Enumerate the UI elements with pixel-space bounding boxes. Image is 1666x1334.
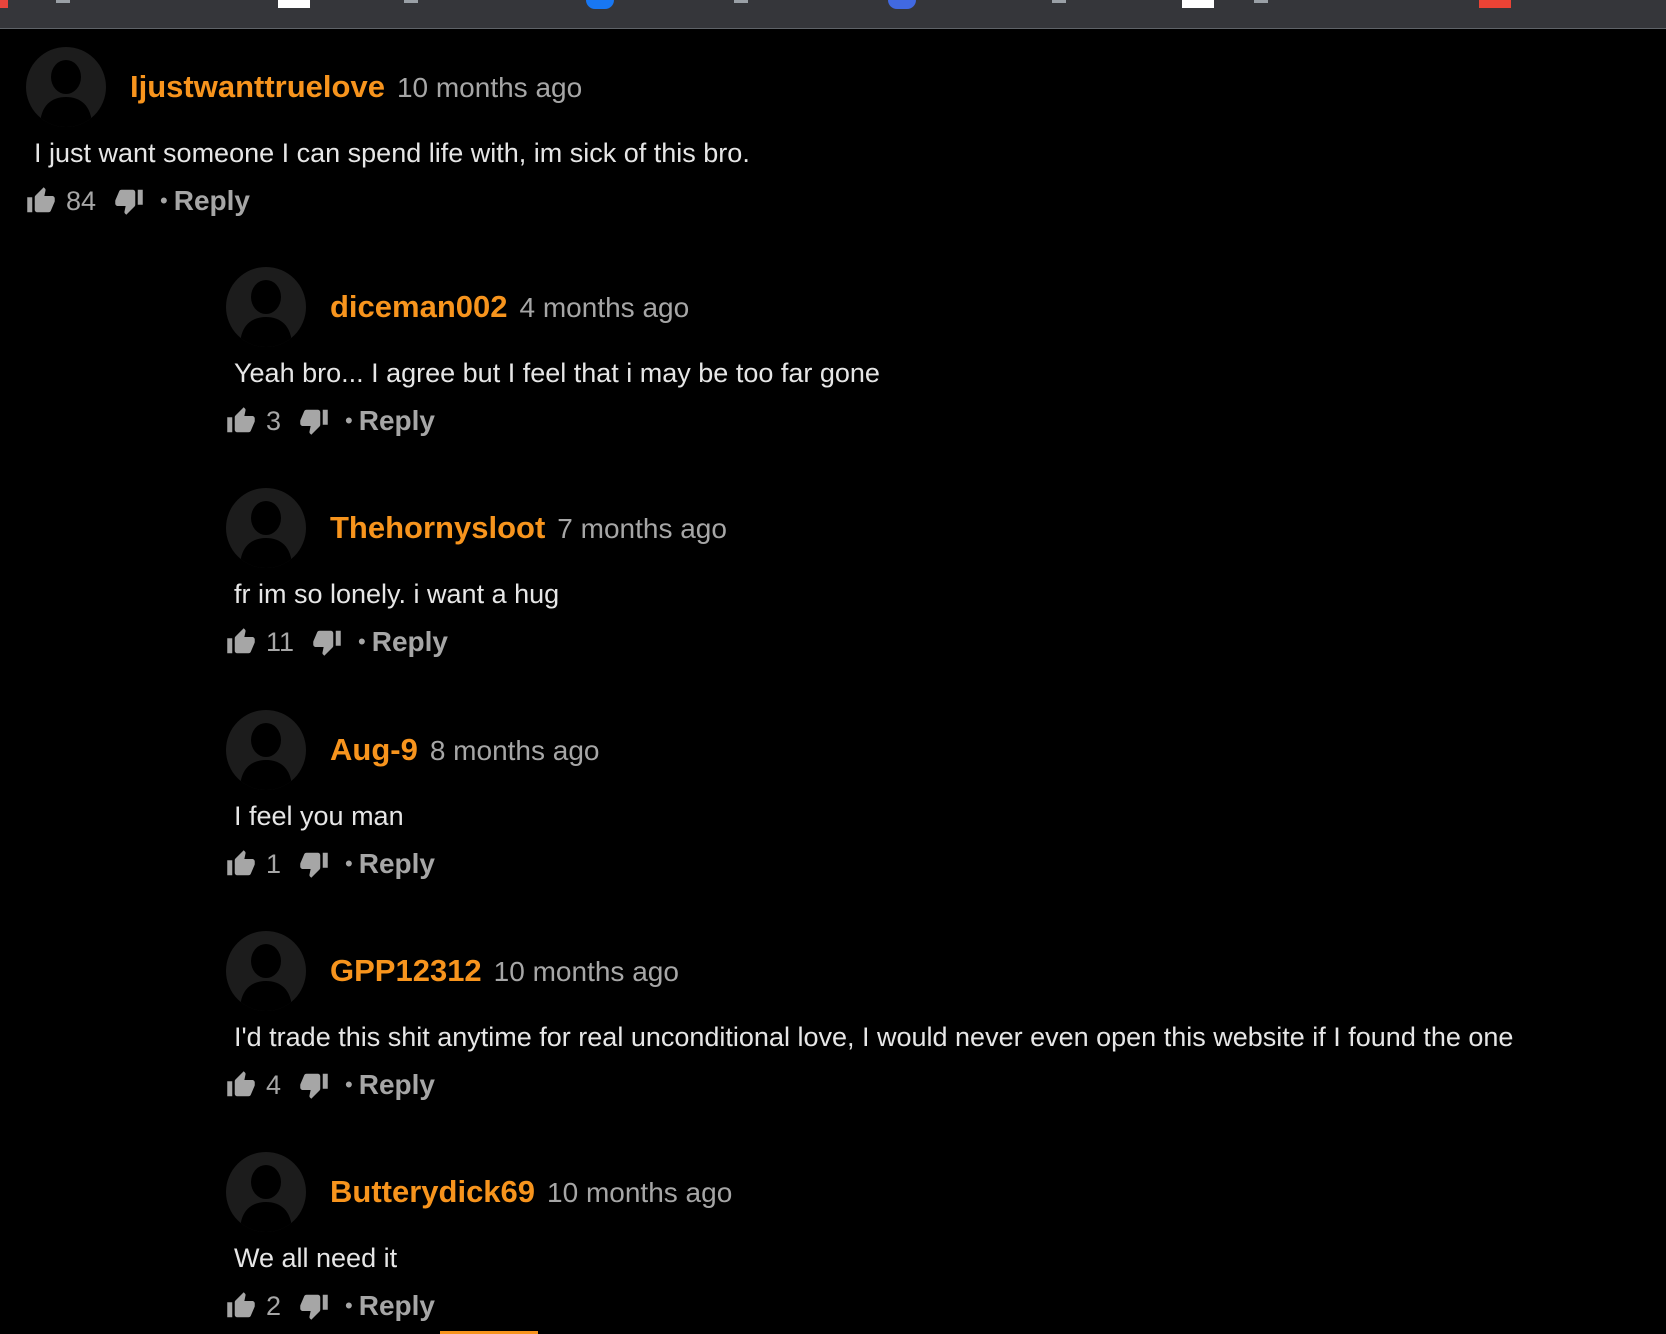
thumbs-up-icon[interactable]	[226, 1070, 256, 1100]
avatar[interactable]	[26, 47, 106, 127]
like-count: 1	[266, 848, 282, 879]
comment-actions: 11 • Reply	[226, 625, 448, 659]
user-silhouette-icon	[240, 1165, 292, 1232]
reply-button[interactable]: Reply	[359, 405, 435, 437]
thumbs-down-icon[interactable]	[312, 627, 342, 657]
comment-text: Yeah bro... I agree but I feel that i ma…	[234, 358, 880, 388]
avatar[interactable]	[226, 931, 306, 1011]
tab-favicon[interactable]	[0, 0, 8, 8]
like-count: 11	[266, 626, 295, 657]
username-link[interactable]: Thehornysloot	[330, 510, 545, 546]
user-silhouette-icon	[240, 944, 292, 1011]
user-silhouette-icon	[240, 501, 292, 568]
username-link[interactable]: Aug-9	[330, 732, 418, 768]
tab-favicon[interactable]	[1479, 0, 1511, 8]
avatar[interactable]	[226, 1152, 306, 1232]
tab-favicon[interactable]	[1182, 0, 1214, 8]
comment-timestamp: 10 months ago	[547, 1177, 733, 1208]
comment-header: diceman002 4 months ago	[330, 289, 689, 325]
like-count: 3	[266, 405, 282, 436]
tab-title-fragment	[1052, 0, 1066, 3]
thumbs-down-icon[interactable]	[299, 406, 329, 436]
reply-button[interactable]: Reply	[372, 626, 448, 658]
separator-dot: •	[345, 408, 353, 433]
avatar[interactable]	[226, 710, 306, 790]
separator-dot: •	[345, 851, 353, 876]
like-count: 2	[266, 1290, 282, 1321]
browser-tab-strip	[0, 0, 1666, 29]
thumbs-down-icon[interactable]	[299, 1070, 329, 1100]
comment-timestamp: 4 months ago	[519, 292, 690, 323]
separator-dot: •	[345, 1293, 353, 1318]
reply-button[interactable]: Reply	[174, 185, 250, 217]
comment-actions: 3 • Reply	[226, 404, 435, 438]
separator-dot: •	[358, 629, 366, 654]
thumbs-up-icon[interactable]	[226, 627, 256, 657]
comment-timestamp: 10 months ago	[493, 956, 679, 987]
user-silhouette-icon	[40, 60, 92, 127]
tab-title-fragment	[734, 0, 748, 3]
comment-timestamp: 10 months ago	[396, 72, 583, 103]
reply-button[interactable]: Reply	[359, 1290, 435, 1322]
username-link[interactable]: diceman002	[330, 289, 508, 325]
thumbs-down-icon[interactable]	[299, 1291, 329, 1321]
facebook-tab-icon[interactable]	[586, 0, 614, 9]
comment-actions: 84 • Reply	[26, 184, 250, 218]
thumbs-down-icon[interactable]	[114, 186, 144, 216]
like-count: 84	[66, 185, 97, 216]
user-silhouette-icon	[240, 280, 292, 347]
tab-title-fragment	[404, 0, 418, 3]
tab-title-fragment	[1254, 0, 1268, 3]
tab-title-fragment	[56, 0, 70, 3]
tab-favicon[interactable]	[888, 0, 916, 9]
comment-text: fr im so lonely. i want a hug	[234, 579, 560, 609]
avatar[interactable]	[226, 488, 306, 568]
comment-actions: 4 • Reply	[226, 1068, 435, 1102]
comment-header: Thehornysloot 7 months ago	[330, 510, 727, 546]
username-link[interactable]: Butterydick69	[330, 1174, 535, 1210]
avatar[interactable]	[226, 267, 306, 347]
comment-timestamp: 7 months ago	[557, 513, 727, 544]
separator-dot: •	[345, 1072, 353, 1097]
comment-header: Butterydick69 10 months ago	[330, 1174, 732, 1210]
thumbs-up-icon[interactable]	[226, 849, 256, 879]
user-silhouette-icon	[240, 723, 292, 790]
comment-text: I feel you man	[234, 801, 404, 831]
username-link[interactable]: Ijustwanttruelove	[130, 69, 385, 105]
comment-actions: 1 • Reply	[226, 847, 435, 881]
comment-actions: 2 • Reply	[226, 1289, 435, 1323]
username-link[interactable]: GPP12312	[330, 953, 482, 989]
comment-text: I just want someone I can spend life wit…	[34, 138, 750, 168]
comment-text: I'd trade this shit anytime for real unc…	[234, 1022, 1514, 1052]
comment-timestamp: 8 months ago	[429, 735, 600, 766]
like-count: 4	[266, 1069, 282, 1100]
thumbs-up-icon[interactable]	[26, 186, 56, 216]
reply-button[interactable]: Reply	[359, 1069, 435, 1101]
comment-text: We all need it	[234, 1243, 398, 1273]
comment-header: GPP12312 10 months ago	[330, 953, 679, 989]
tab-favicon[interactable]	[278, 0, 310, 8]
comment-header: Ijustwanttruelove 10 months ago	[130, 69, 582, 105]
thumbs-down-icon[interactable]	[299, 849, 329, 879]
comment-header: Aug-9 8 months ago	[330, 732, 600, 768]
reply-button[interactable]: Reply	[359, 848, 435, 880]
thumbs-up-icon[interactable]	[226, 1291, 256, 1321]
separator-dot: •	[160, 188, 168, 213]
thumbs-up-icon[interactable]	[226, 406, 256, 436]
